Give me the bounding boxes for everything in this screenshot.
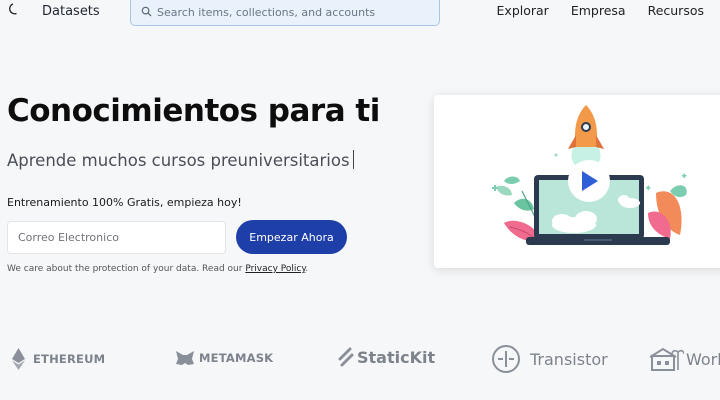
logo-metamask: METAMASK	[175, 350, 273, 366]
fox-icon	[176, 351, 194, 365]
ethereum-icon	[12, 348, 25, 370]
logo-ethereum: ETHEREUM	[12, 348, 105, 370]
start-now-button[interactable]: Empezar Ahora	[236, 220, 347, 254]
search-bar[interactable]	[130, 0, 440, 26]
hero-subtitle: Aprende muchos cursos preuniversitarios	[7, 150, 354, 170]
hero-subtitle-text: Aprende muchos cursos preuniversitarios	[7, 151, 350, 170]
privacy-text: We care about the protection of your dat…	[7, 264, 246, 274]
moon-icon[interactable]	[7, 2, 21, 16]
nav-link-recursos[interactable]: Recursos	[648, 3, 704, 18]
partner-logos: ETHEREUM METAMASK StaticKit Transistor W…	[0, 342, 720, 382]
nav-link-empresa[interactable]: Empresa	[571, 3, 626, 18]
logo-ethereum-text: ETHEREUM	[33, 352, 106, 366]
logo-workcation-text: Work	[686, 349, 720, 369]
search-icon	[141, 6, 152, 17]
transistor-icon	[492, 345, 520, 373]
logo-transistor: Transistor	[491, 344, 608, 374]
logo-statickit-text: StaticKit	[357, 347, 436, 367]
privacy-policy-link[interactable]: Privacy Policy	[245, 264, 305, 274]
rocket-laptop-illustration	[492, 105, 687, 245]
brand-name[interactable]: Datasets	[42, 4, 100, 19]
nav-link-explorar[interactable]: Explorar	[497, 3, 549, 18]
building-icon	[650, 347, 684, 371]
top-nav: Datasets Explorar Empresa Recursos	[0, 0, 720, 26]
logo-metamask-text: METAMASK	[199, 351, 274, 365]
logo-transistor-text: Transistor	[530, 349, 608, 369]
bolt-icon	[338, 347, 354, 367]
hero-title: Conocimientos para ti	[7, 93, 380, 129]
promo-text: Entrenamiento 100% Gratis, empieza hoy!	[7, 196, 242, 209]
privacy-notice: We care about the protection of your dat…	[7, 264, 308, 274]
search-input[interactable]	[157, 3, 432, 21]
privacy-end: .	[305, 264, 309, 274]
illustration-card	[434, 95, 720, 268]
logo-workcation: Work	[650, 346, 720, 372]
logo-statickit: StaticKit	[338, 347, 435, 367]
email-field[interactable]	[7, 221, 226, 254]
nav-links: Explorar Empresa Recursos	[497, 3, 704, 18]
typing-caret	[352, 150, 354, 169]
